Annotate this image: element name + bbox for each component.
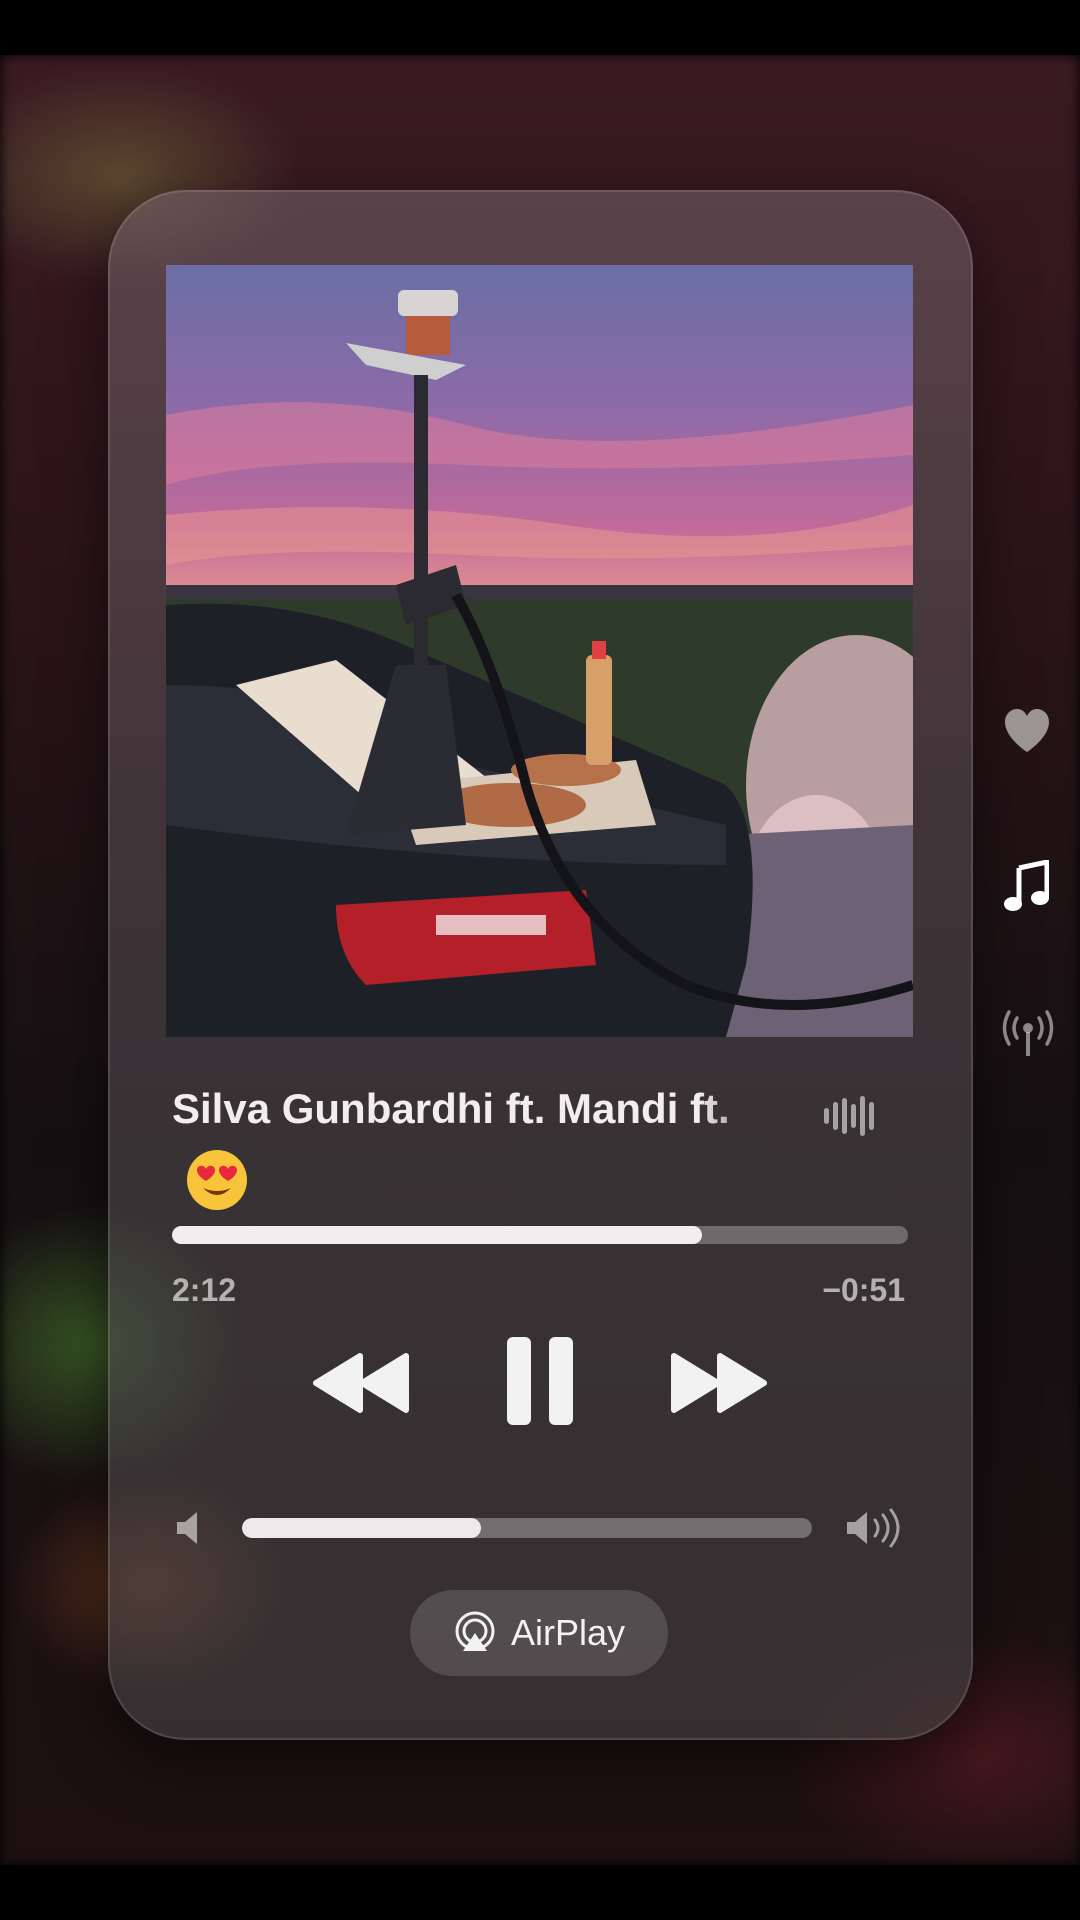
- volume-high-icon: [847, 1508, 900, 1548]
- album-artwork: [166, 265, 913, 1037]
- volume-slider[interactable]: [242, 1518, 812, 1538]
- volume-low-icon: [177, 1512, 197, 1544]
- volume-level-fill: [242, 1518, 482, 1538]
- pause-button[interactable]: [505, 1335, 575, 1427]
- airplay-button[interactable]: AirPlay: [410, 1590, 668, 1676]
- fast-forward-button[interactable]: [668, 1350, 768, 1416]
- airplay-icon: [455, 1611, 495, 1651]
- bottom-bar: [0, 1865, 1080, 1920]
- airplay-label: AirPlay: [510, 1612, 626, 1653]
- broadcast-icon[interactable]: [1000, 1010, 1056, 1058]
- playback-scrubber[interactable]: [172, 1226, 908, 1244]
- audio-waveform-icon: [824, 1096, 874, 1136]
- heart-icon[interactable]: [1003, 708, 1051, 754]
- rewind-button[interactable]: [312, 1350, 412, 1416]
- top-bar: [0, 0, 1080, 55]
- remaining-time: −0:51: [822, 1272, 905, 1308]
- heart-eyes-emoji: [187, 1150, 247, 1210]
- music-note-icon[interactable]: [1003, 860, 1049, 912]
- playback-progress-fill: [172, 1226, 702, 1244]
- elapsed-time: 2:12: [172, 1272, 237, 1308]
- track-title: Silva Gunbardhi ft. Mandi ft.: [172, 1085, 730, 1132]
